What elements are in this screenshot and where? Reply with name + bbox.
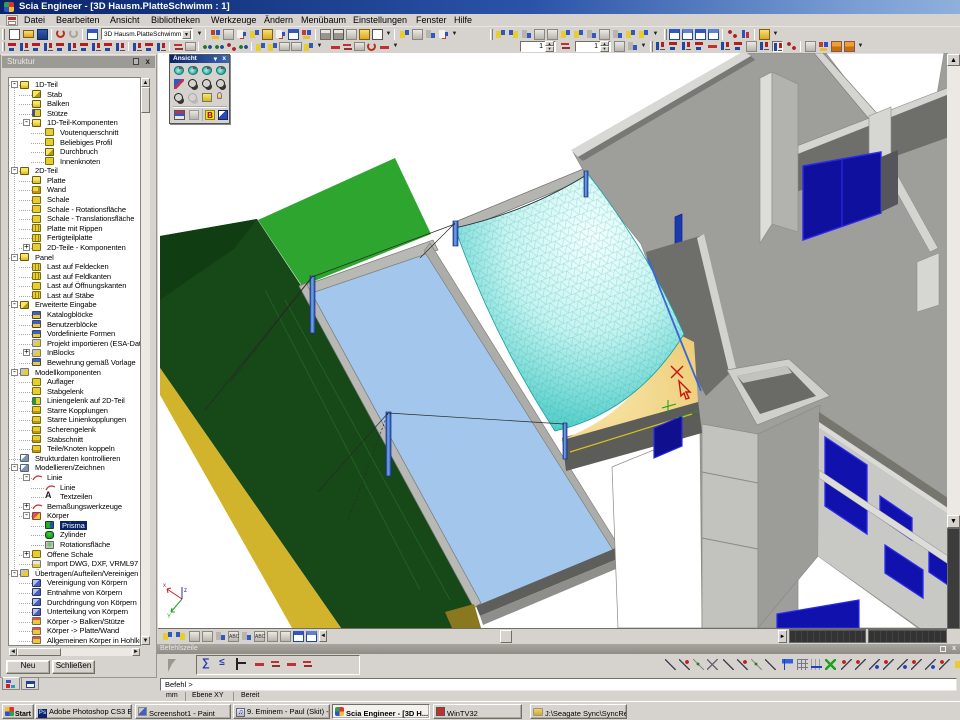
- svg-text:z: z: [184, 588, 187, 594]
- svg-text:x: x: [163, 583, 166, 589]
- svg-text:Y: Y: [167, 614, 171, 620]
